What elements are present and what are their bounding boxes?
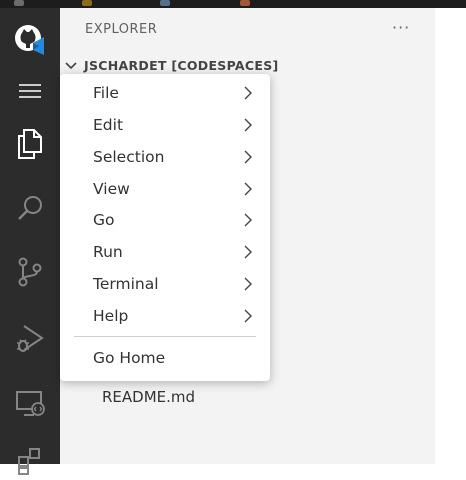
- chevron-right-icon: [244, 86, 252, 100]
- editor-area: [435, 8, 466, 464]
- menu-item-help[interactable]: Help: [60, 301, 270, 331]
- explorer-title: EXPLORER: [85, 22, 158, 37]
- menu-item-label: View: [93, 180, 130, 198]
- menu-item-view[interactable]: View: [60, 174, 270, 204]
- menu-separator: [74, 336, 256, 337]
- chevron-right-icon: [244, 150, 252, 164]
- menu-item-label: Edit: [93, 116, 124, 134]
- chevron-right-icon: [244, 309, 252, 323]
- menu-item-label: Selection: [93, 148, 165, 166]
- menu-item-terminal[interactable]: Terminal: [60, 269, 270, 299]
- folder-name: JSCHARDET [CODESPACES]: [84, 58, 279, 73]
- folder-header[interactable]: JSCHARDET [CODESPACES]: [64, 58, 279, 73]
- file-item[interactable]: README.md: [102, 388, 195, 406]
- menu-item-run[interactable]: Run: [60, 237, 270, 267]
- tab-favicon-icon[interactable]: [160, 0, 170, 6]
- more-actions-icon[interactable]: ···: [392, 18, 410, 37]
- search-icon[interactable]: [10, 188, 50, 228]
- menu-item-label: Go: [93, 211, 115, 229]
- menu-item-label: File: [93, 84, 119, 102]
- menu-item-label: Go Home: [93, 349, 166, 367]
- chevron-right-icon: [244, 245, 252, 259]
- remote-explorer-icon[interactable]: [10, 384, 50, 424]
- tab-favicon-icon[interactable]: [240, 0, 250, 6]
- menu-item-label: Run: [93, 243, 123, 261]
- extensions-icon[interactable]: [10, 440, 50, 480]
- activity-bar: [0, 8, 60, 475]
- run-debug-icon[interactable]: [10, 319, 50, 359]
- chevron-right-icon: [244, 277, 252, 291]
- source-control-icon[interactable]: [10, 252, 50, 292]
- menu-item-edit[interactable]: Edit: [60, 110, 270, 140]
- menu-item-selection[interactable]: Selection: [60, 142, 270, 172]
- chevron-right-icon: [244, 118, 252, 132]
- github-codespaces-icon[interactable]: [10, 20, 50, 60]
- menu-icon[interactable]: [10, 71, 50, 111]
- browser-tab-strip: [0, 0, 466, 8]
- chevron-right-icon: [244, 182, 252, 196]
- menu-item-go-home[interactable]: Go Home: [60, 343, 270, 373]
- chevron-right-icon: [244, 213, 252, 227]
- application-menu: File Edit Selection View Go Run Terminal…: [60, 74, 270, 381]
- tab-favicon-icon[interactable]: [82, 0, 92, 6]
- menu-item-file[interactable]: File: [60, 78, 270, 108]
- menu-item-go[interactable]: Go: [60, 205, 270, 235]
- menu-item-label: Terminal: [93, 275, 159, 293]
- chevron-down-icon: [65, 61, 77, 69]
- menu-item-label: Help: [93, 307, 129, 325]
- files-icon[interactable]: [10, 124, 50, 164]
- tab-favicon-icon[interactable]: [14, 0, 24, 6]
